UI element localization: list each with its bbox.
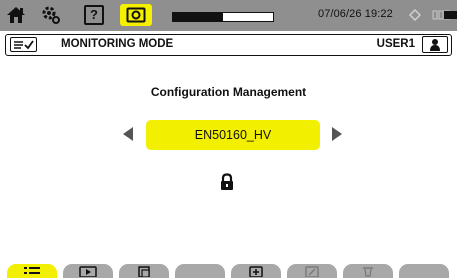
- datetime: 07/06/26 19:22: [318, 8, 393, 20]
- softkey-play[interactable]: [63, 264, 113, 278]
- softkey-copy[interactable]: [119, 264, 169, 278]
- checklist-icon[interactable]: [10, 37, 37, 52]
- softkey-bar: [0, 262, 457, 278]
- progress-fill: [173, 13, 223, 21]
- configuration-selector[interactable]: EN50160_HV: [146, 120, 320, 150]
- title-bar: MONITORING MODE USER1: [5, 34, 452, 56]
- status-bar: ? 07/06/26 19:22: [0, 0, 457, 31]
- section-heading: Configuration Management: [150, 85, 307, 99]
- selected-configuration: EN50160_HV: [194, 128, 272, 142]
- softkey-blank-1[interactable]: [175, 264, 225, 278]
- page-title: MONITORING MODE: [61, 38, 174, 50]
- add-icon: [249, 266, 263, 277]
- play-icon: [79, 266, 97, 277]
- softkey-list[interactable]: [7, 264, 57, 278]
- help-icon[interactable]: ?: [83, 5, 105, 25]
- lock-icon: [219, 173, 235, 191]
- softkey-add[interactable]: [231, 264, 281, 278]
- arrow-left-icon[interactable]: [119, 124, 137, 144]
- home-icon[interactable]: [5, 5, 27, 25]
- diamond-icon: [408, 8, 422, 22]
- user-name: USER1: [376, 38, 415, 50]
- softkey-edit[interactable]: [287, 264, 337, 278]
- list-icon: [24, 267, 40, 274]
- delete-icon: [363, 267, 373, 277]
- edit-icon: [305, 266, 319, 277]
- gear-icon[interactable]: [40, 5, 62, 25]
- memory-progress-bar: [172, 12, 274, 22]
- battery-icon: [444, 11, 457, 19]
- copy-icon: [138, 266, 150, 277]
- softkey-blank-2[interactable]: [399, 264, 449, 278]
- arrow-right-icon[interactable]: [328, 124, 346, 144]
- user-icon[interactable]: [422, 36, 448, 53]
- camera-icon[interactable]: [120, 4, 152, 26]
- help-glyph: ?: [84, 5, 104, 25]
- softkey-delete[interactable]: [343, 264, 393, 278]
